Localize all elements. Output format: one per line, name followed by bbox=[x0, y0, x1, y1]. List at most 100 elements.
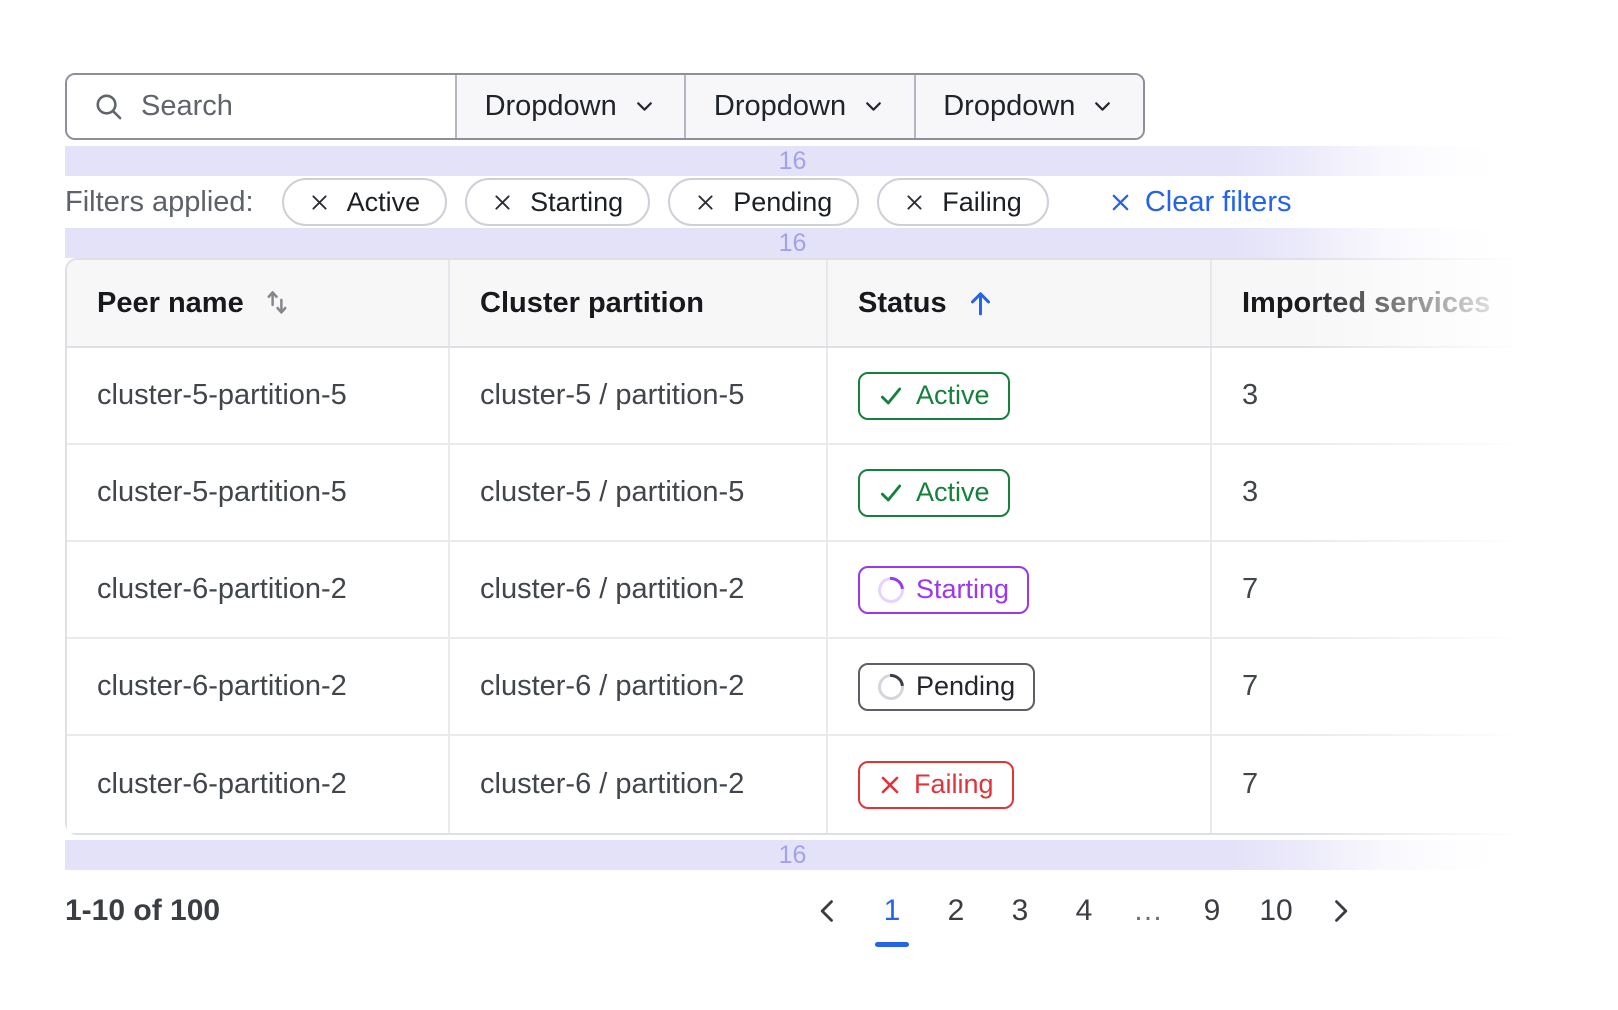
column-label: Imported services bbox=[1242, 287, 1490, 320]
filter-chip-failing[interactable]: Failing bbox=[877, 178, 1049, 226]
dropdown-label: Dropdown bbox=[485, 90, 617, 123]
cell-cluster-partition: cluster-6 / partition-2 bbox=[450, 639, 828, 734]
cell-cluster-partition: cluster-6 / partition-2 bbox=[450, 542, 828, 637]
spinner-icon bbox=[873, 571, 910, 608]
page-ellipsis: … bbox=[1126, 894, 1170, 928]
results-summary: 1-10 of 100 bbox=[65, 894, 220, 928]
filter-chip-label: Pending bbox=[733, 187, 832, 218]
clear-filters-label: Clear filters bbox=[1145, 186, 1292, 219]
cell-cluster-partition: cluster-6 / partition-2 bbox=[450, 736, 828, 833]
cell-peer-name: cluster-5-partition-5 bbox=[67, 348, 450, 443]
x-icon bbox=[878, 773, 902, 797]
filter-chip-label: Failing bbox=[942, 187, 1022, 218]
status-label: Pending bbox=[916, 671, 1015, 702]
filter-chip-label: Active bbox=[347, 187, 421, 218]
status-badge-active: Active bbox=[858, 469, 1010, 517]
spacing-annotation-bar: 16 bbox=[65, 228, 1520, 258]
spacing-size-label: 16 bbox=[779, 147, 807, 176]
search-box[interactable] bbox=[67, 75, 455, 138]
dropdown-button-2[interactable]: Dropdown bbox=[684, 75, 913, 138]
column-label: Status bbox=[858, 287, 947, 320]
filter-chip-pending[interactable]: Pending bbox=[668, 178, 859, 226]
page-button-4[interactable]: 4 bbox=[1062, 889, 1106, 933]
filter-toolbar: Dropdown Dropdown Dropdown bbox=[65, 73, 1145, 140]
status-label: Starting bbox=[916, 574, 1009, 605]
clear-filters-x-icon bbox=[1109, 191, 1132, 214]
filter-chip-label: Starting bbox=[530, 187, 623, 218]
column-header-peer-name[interactable]: Peer name bbox=[67, 260, 450, 346]
cell-imported-services: 7 bbox=[1212, 736, 1518, 833]
cell-imported-services: 7 bbox=[1212, 639, 1518, 734]
page-button-9[interactable]: 9 bbox=[1190, 889, 1234, 933]
dropdown-label: Dropdown bbox=[943, 90, 1075, 123]
filters-applied-label: Filters applied: bbox=[65, 186, 254, 219]
cell-imported-services: 3 bbox=[1212, 348, 1518, 443]
spacing-annotation-bar: 16 bbox=[65, 146, 1520, 176]
filter-chip-starting[interactable]: Starting bbox=[465, 178, 650, 226]
column-header-cluster-partition: Cluster partition bbox=[450, 260, 828, 346]
cell-peer-name: cluster-6-partition-2 bbox=[67, 736, 450, 833]
cell-status: Pending bbox=[828, 639, 1212, 734]
remove-filter-icon[interactable] bbox=[695, 192, 716, 213]
pager: 1 2 3 4 … 9 10 bbox=[806, 889, 1362, 933]
sort-ascending-arrow-icon bbox=[965, 288, 996, 319]
cell-status: Active bbox=[828, 348, 1212, 443]
cell-cluster-partition: cluster-5 / partition-5 bbox=[450, 348, 828, 443]
table-row: cluster-5-partition-5 cluster-5 / partit… bbox=[67, 445, 1518, 542]
cell-imported-services: 3 bbox=[1212, 445, 1518, 540]
next-page-button[interactable] bbox=[1318, 889, 1362, 933]
chevron-down-icon bbox=[632, 94, 657, 119]
table-row: cluster-6-partition-2 cluster-6 / partit… bbox=[67, 639, 1518, 736]
column-header-status[interactable]: Status bbox=[828, 260, 1212, 346]
check-icon bbox=[878, 383, 904, 409]
page-button-1[interactable]: 1 bbox=[870, 889, 914, 933]
cell-peer-name: cluster-5-partition-5 bbox=[67, 445, 450, 540]
search-icon bbox=[93, 91, 124, 122]
clear-filters-button[interactable]: Clear filters bbox=[1109, 186, 1292, 219]
chevron-down-icon bbox=[861, 94, 886, 119]
status-badge-failing: Failing bbox=[858, 761, 1014, 809]
dropdown-button-3[interactable]: Dropdown bbox=[914, 75, 1143, 138]
status-badge-active: Active bbox=[858, 372, 1010, 420]
table-row: cluster-5-partition-5 cluster-5 / partit… bbox=[67, 348, 1518, 445]
previous-page-button[interactable] bbox=[806, 889, 850, 933]
status-label: Failing bbox=[914, 769, 994, 800]
cell-status: Starting bbox=[828, 542, 1212, 637]
status-badge-pending: Pending bbox=[858, 663, 1035, 711]
page-button-2[interactable]: 2 bbox=[934, 889, 978, 933]
search-input[interactable] bbox=[141, 90, 441, 123]
page-button-10[interactable]: 10 bbox=[1254, 889, 1298, 933]
status-badge-starting: Starting bbox=[858, 566, 1029, 614]
spacing-annotation-bar: 16 bbox=[65, 840, 1520, 870]
sort-arrows-icon bbox=[262, 288, 292, 318]
spinner-icon bbox=[873, 668, 910, 705]
table-header-row: Peer name Cluster partition Status Impor… bbox=[67, 260, 1518, 348]
page-button-3[interactable]: 3 bbox=[998, 889, 1042, 933]
cell-status: Active bbox=[828, 445, 1212, 540]
dropdown-button-1[interactable]: Dropdown bbox=[455, 75, 684, 138]
peering-table-page: Dropdown Dropdown Dropdown 16 Filters ap… bbox=[0, 0, 1618, 1010]
peers-table: Peer name Cluster partition Status Impor… bbox=[65, 258, 1520, 835]
cell-peer-name: cluster-6-partition-2 bbox=[67, 639, 450, 734]
remove-filter-icon[interactable] bbox=[492, 192, 513, 213]
remove-filter-icon[interactable] bbox=[309, 192, 330, 213]
status-label: Active bbox=[916, 477, 990, 508]
pagination-row: 1-10 of 100 1 2 3 4 … 9 10 bbox=[65, 876, 1520, 946]
cell-cluster-partition: cluster-5 / partition-5 bbox=[450, 445, 828, 540]
status-label: Active bbox=[916, 380, 990, 411]
cell-peer-name: cluster-6-partition-2 bbox=[67, 542, 450, 637]
spacing-size-label: 16 bbox=[779, 229, 807, 258]
chevron-down-icon bbox=[1090, 94, 1115, 119]
column-label: Peer name bbox=[97, 287, 244, 320]
check-icon bbox=[878, 480, 904, 506]
filter-chip-active[interactable]: Active bbox=[282, 178, 448, 226]
table-row: cluster-6-partition-2 cluster-6 / partit… bbox=[67, 736, 1518, 833]
cell-status: Failing bbox=[828, 736, 1212, 833]
column-label: Cluster partition bbox=[480, 287, 704, 320]
table-row: cluster-6-partition-2 cluster-6 / partit… bbox=[67, 542, 1518, 639]
filters-applied-row: Filters applied: Active Starting Pending… bbox=[65, 176, 1520, 228]
cell-imported-services: 7 bbox=[1212, 542, 1518, 637]
remove-filter-icon[interactable] bbox=[904, 192, 925, 213]
spacing-size-label: 16 bbox=[779, 841, 807, 870]
dropdown-label: Dropdown bbox=[714, 90, 846, 123]
